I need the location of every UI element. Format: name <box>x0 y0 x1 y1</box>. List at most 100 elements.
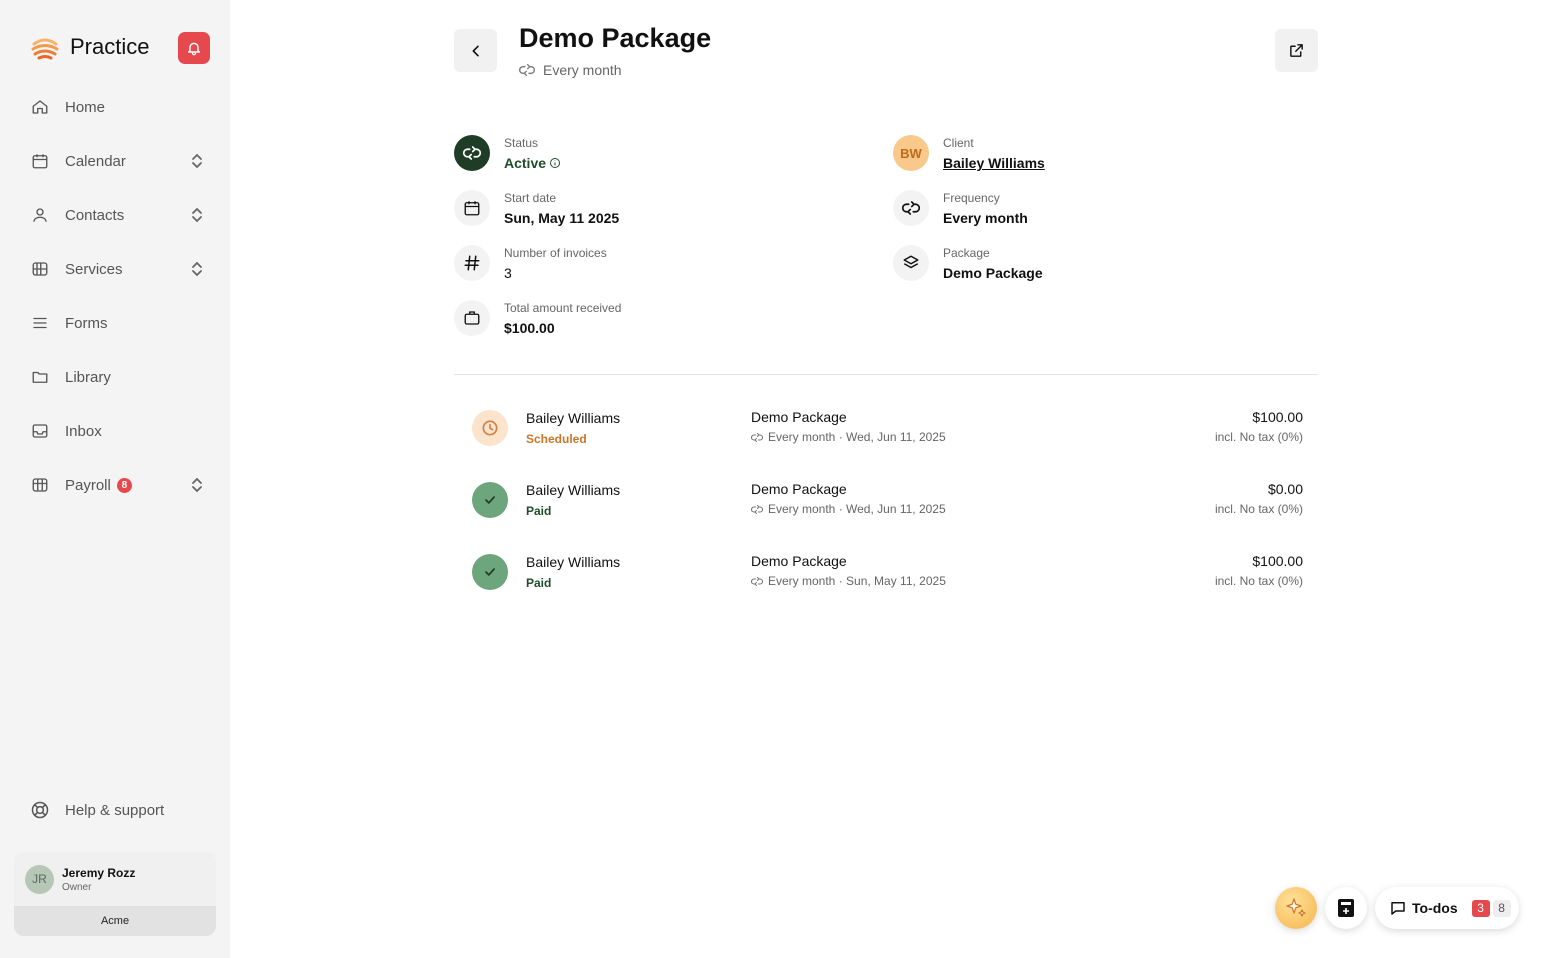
sidebar-item-inbox[interactable]: Inbox <box>0 404 230 458</box>
calendar-icon <box>454 190 490 226</box>
org-switcher[interactable]: Acme <box>14 906 216 936</box>
sidebar: Practice Home Calendar Contacts Services… <box>0 0 230 958</box>
chevron-left-icon <box>472 45 479 56</box>
start-date-label: Start date <box>504 191 557 205</box>
calendar-icon <box>30 151 50 171</box>
sparkle-icon <box>1286 898 1306 917</box>
client-link[interactable]: Bailey Williams <box>943 155 1045 171</box>
ai-assistant-button[interactable] <box>1275 887 1317 929</box>
clock-icon <box>472 410 508 446</box>
status-value: Active <box>504 155 561 171</box>
sidebar-item-calendar[interactable]: Calendar <box>0 134 230 188</box>
chevron-updown-icon[interactable] <box>190 153 204 169</box>
package-value: Demo Package <box>943 265 1043 281</box>
invoice-meta-text: Every month · Sun, May 11, 2025 <box>768 574 946 588</box>
divider <box>454 374 1318 375</box>
invoice-client: Bailey Williams <box>526 410 621 426</box>
back-button[interactable] <box>454 29 497 72</box>
list-icon <box>30 313 50 333</box>
chevron-updown-icon[interactable] <box>190 207 204 223</box>
detail-start-date: Start date Sun, May 11 2025 <box>454 190 619 226</box>
invoice-package: Demo Package <box>751 409 847 425</box>
sidebar-item-library[interactable]: Library <box>0 350 230 404</box>
invoice-status: Paid <box>526 576 552 590</box>
brand[interactable]: Practice <box>30 32 149 62</box>
recurring-icon <box>893 190 929 226</box>
avatar: JR <box>25 864 54 894</box>
open-external-button[interactable] <box>1275 29 1318 72</box>
status-text: Active <box>504 155 547 171</box>
sidebar-item-label: Home <box>65 98 106 116</box>
user-role: Owner <box>62 881 92 893</box>
sidebar-item-home[interactable]: Home <box>0 80 230 134</box>
user-profile[interactable]: JR Jeremy Rozz Owner <box>14 852 216 906</box>
status-label: Status <box>504 136 539 150</box>
total-label: Total amount received <box>504 301 622 315</box>
invoice-row[interactable]: Bailey Williams Paid Demo Package Every … <box>454 472 1318 532</box>
practice-logo-icon <box>31 38 59 60</box>
sidebar-item-payroll[interactable]: Payroll 8 <box>0 458 230 512</box>
briefcase-icon <box>454 300 490 336</box>
invoice-tax: incl. No tax (0%) <box>1214 430 1303 444</box>
invoice-client: Bailey Williams <box>526 482 621 498</box>
sidebar-item-label: Calendar <box>65 152 126 170</box>
sidebar-item-forms[interactable]: Forms <box>0 296 230 350</box>
todos-total-count: 8 <box>1492 899 1511 917</box>
recurring-icon <box>751 432 763 442</box>
invoices-label: Number of invoices <box>504 246 607 260</box>
notifications-button[interactable] <box>178 32 210 64</box>
info-icon[interactable] <box>549 157 561 169</box>
sidebar-item-contacts[interactable]: Contacts <box>0 188 230 242</box>
chevron-updown-icon[interactable] <box>190 477 204 493</box>
external-link-icon <box>1290 44 1303 57</box>
invoice-meta: Every month · Wed, Jun 11, 2025 <box>751 502 946 516</box>
frequency-value: Every month <box>943 210 1028 226</box>
invoice-status: Scheduled <box>526 432 587 446</box>
invoice-amount: $100.00 <box>1252 409 1303 425</box>
invoices-value: 3 <box>504 265 512 281</box>
help-support-link[interactable]: Help & support <box>30 800 164 820</box>
brand-name: Practice <box>70 34 150 59</box>
todos-label: To-dos <box>1412 900 1458 916</box>
calculator-button[interactable] <box>1325 887 1367 929</box>
detail-total: Total amount received $100.00 <box>454 300 621 336</box>
recurring-icon <box>751 504 763 514</box>
invoice-row[interactable]: Bailey Williams Paid Demo Package Every … <box>454 544 1318 604</box>
sidebar-item-label: Payroll <box>65 476 111 494</box>
payroll-badge: 8 <box>116 477 132 493</box>
frequency-label: Frequency <box>943 191 1000 205</box>
user-card[interactable]: JR Jeremy Rozz Owner Acme <box>14 852 216 936</box>
sidebar-item-label: Services <box>65 260 123 278</box>
detail-client: BW Client Bailey Williams <box>893 135 1045 171</box>
sidebar-item-label: Forms <box>65 314 108 332</box>
invoice-status: Paid <box>526 504 552 518</box>
client-avatar: BW <box>893 135 929 171</box>
user-name: Jeremy Rozz <box>62 865 136 880</box>
total-value: $100.00 <box>504 320 555 336</box>
package-label: Package <box>943 246 990 260</box>
sidebar-item-services[interactable]: Services <box>0 242 230 296</box>
sidebar-item-label: Contacts <box>65 206 125 224</box>
invoice-meta-text: Every month · Wed, Jun 11, 2025 <box>768 430 946 444</box>
payroll-icon <box>30 475 50 495</box>
subtitle-text: Every month <box>543 62 622 78</box>
user-icon <box>30 205 50 225</box>
detail-invoices: Number of invoices 3 <box>454 245 607 281</box>
invoice-amount: $0.00 <box>1267 481 1303 497</box>
todos-button[interactable]: To-dos 3 8 <box>1375 887 1519 929</box>
detail-package: Package Demo Package <box>893 245 1043 281</box>
invoice-client: Bailey Williams <box>526 554 621 570</box>
page-subtitle: Every month <box>519 62 622 78</box>
check-icon <box>472 554 508 590</box>
page-title: Demo Package <box>519 23 712 53</box>
recurring-icon <box>751 576 763 586</box>
detail-status: Status Active <box>454 135 561 171</box>
invoice-amount: $100.00 <box>1252 553 1303 569</box>
invoice-meta: Every month · Sun, May 11, 2025 <box>751 574 946 588</box>
layers-icon <box>893 245 929 281</box>
invoice-row[interactable]: Bailey Williams Scheduled Demo Package E… <box>454 400 1318 460</box>
chevron-updown-icon[interactable] <box>190 261 204 277</box>
start-date-value: Sun, May 11 2025 <box>504 210 620 226</box>
invoice-tax: incl. No tax (0%) <box>1214 502 1303 516</box>
invoice-tax: incl. No tax (0%) <box>1214 574 1303 588</box>
